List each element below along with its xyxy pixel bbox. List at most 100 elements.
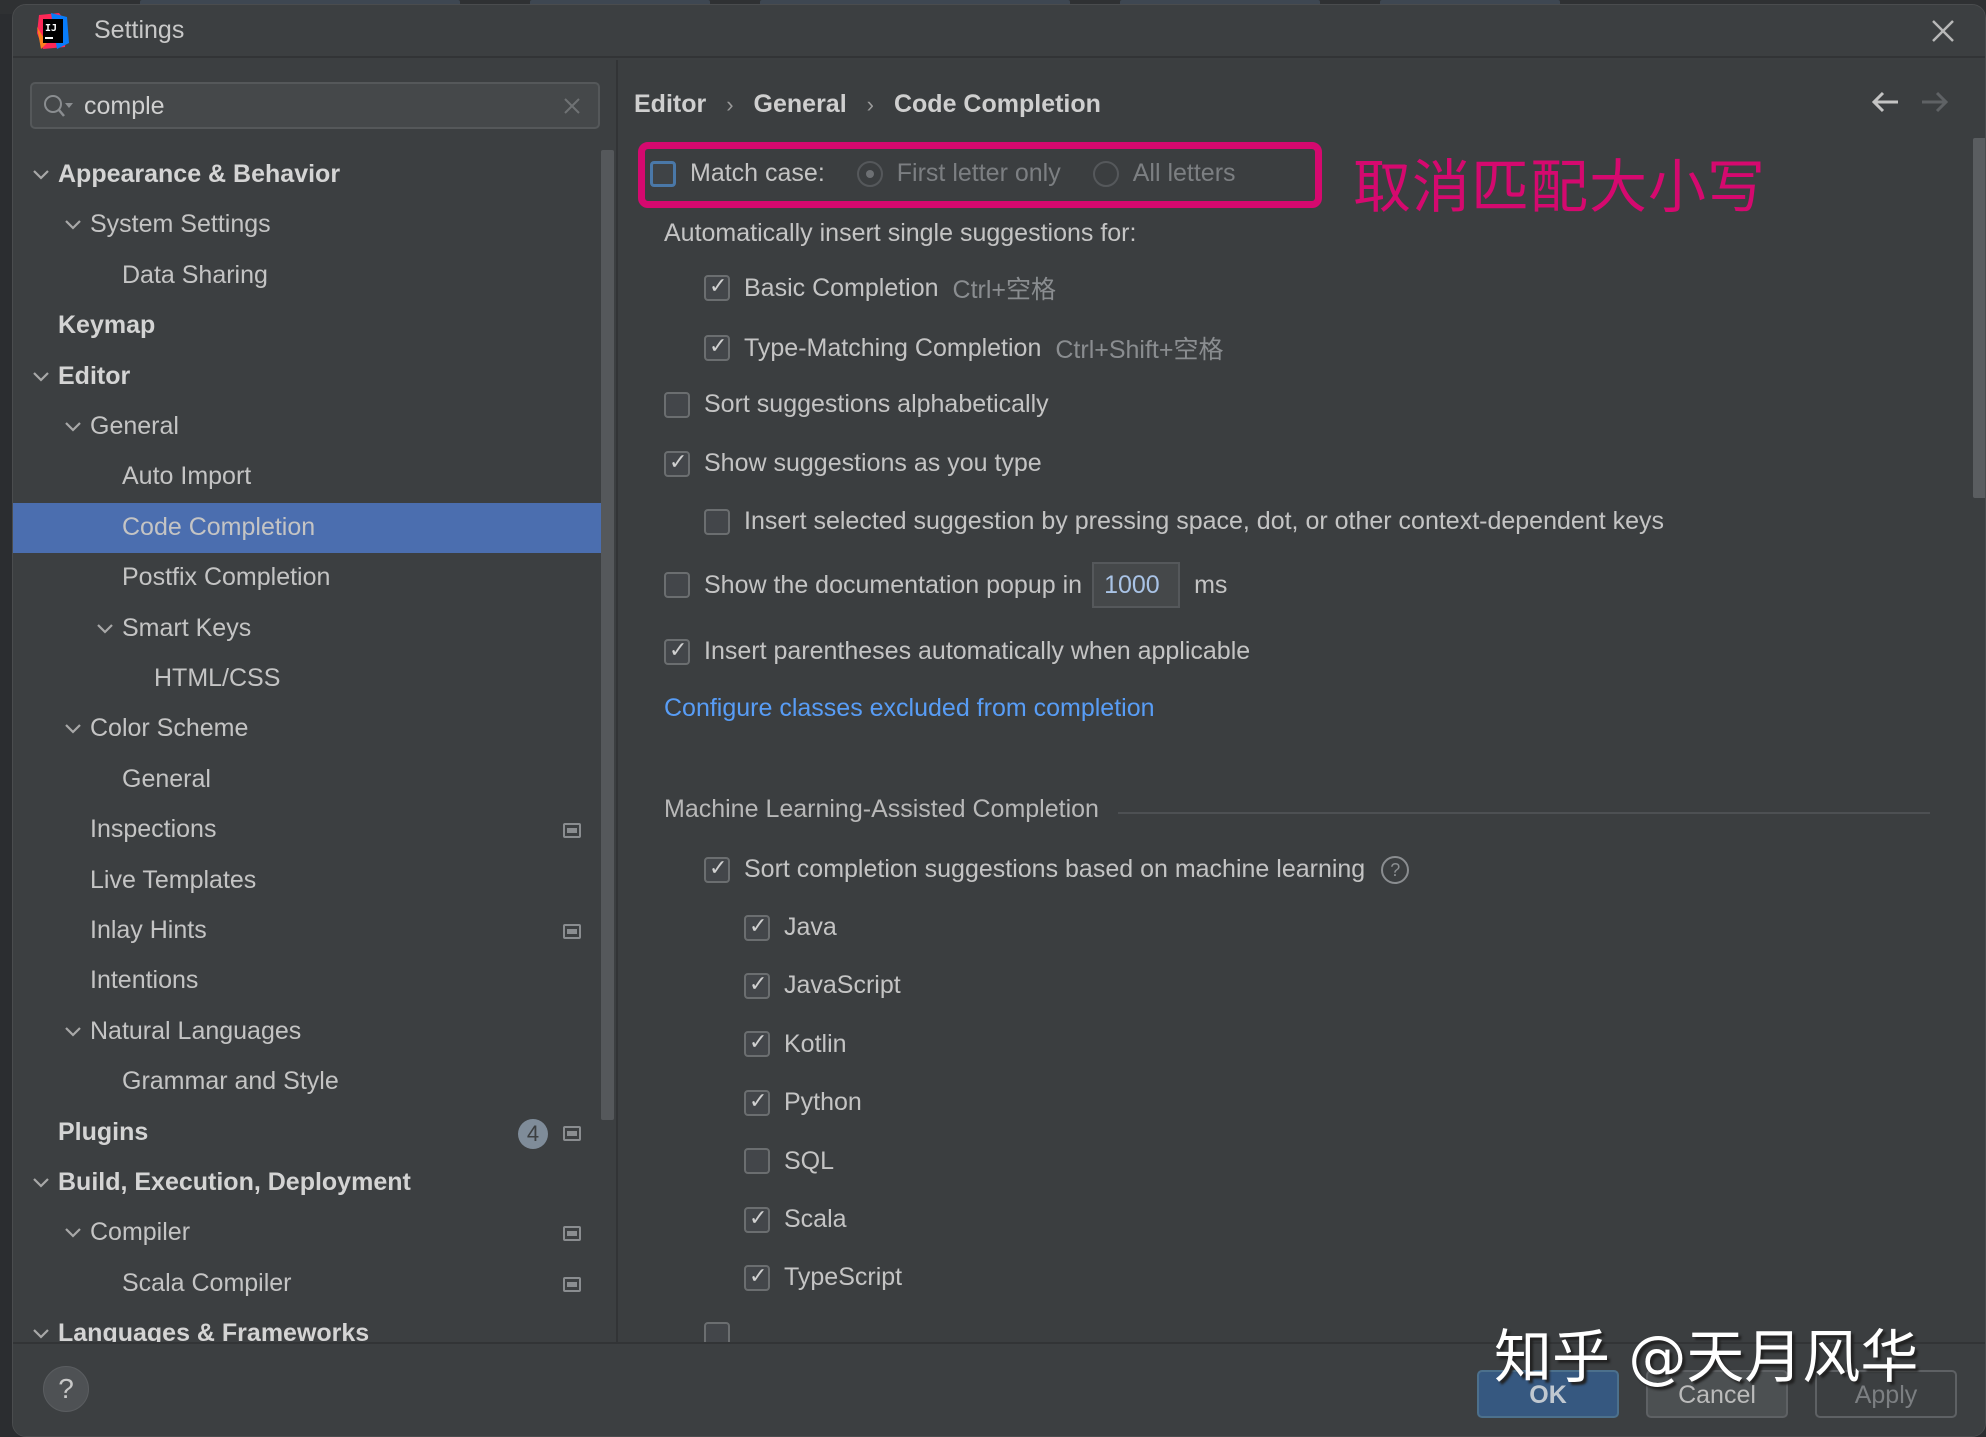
sidebar-item[interactable]: Color Scheme xyxy=(13,704,601,754)
sidebar-item[interactable]: Inlay Hints xyxy=(13,906,601,956)
sidebar-item[interactable]: Keymap xyxy=(13,301,601,351)
sidebar-item[interactable]: Scala Compiler xyxy=(13,1259,601,1309)
sidebar-item-label: General xyxy=(90,412,179,440)
sidebar-item[interactable]: General xyxy=(13,402,601,452)
sidebar-item[interactable]: Code Completion xyxy=(13,502,601,553)
partial-checkbox[interactable] xyxy=(704,1321,730,1342)
breadcrumb-code-completion: Code Completion xyxy=(893,90,1101,118)
basic-completion-shortcut: Ctrl+空格 xyxy=(952,276,1057,304)
sidebar-item[interactable]: System Settings xyxy=(13,200,601,250)
insert-parens-row: Insert parentheses automatically when ap… xyxy=(664,637,1250,666)
ml-language-label: Java xyxy=(784,913,837,941)
sidebar-item[interactable]: Build, Execution, Deployment xyxy=(13,1158,601,1208)
breadcrumb-editor: Editor xyxy=(634,90,707,118)
sidebar-item[interactable]: Live Templates xyxy=(13,856,601,906)
chevron-down-icon[interactable] xyxy=(63,1226,83,1240)
sort-alpha-checkbox[interactable] xyxy=(664,391,690,418)
sidebar-item-label: Intentions xyxy=(90,966,199,995)
back-arrow-icon[interactable] xyxy=(1870,90,1900,114)
ml-language-checkbox[interactable] xyxy=(744,1148,770,1175)
sidebar-item-label: Inlay Hints xyxy=(90,916,207,944)
ml-language-checkbox[interactable] xyxy=(744,1089,770,1116)
project-scope-icon xyxy=(563,1125,581,1141)
doc-popup-delay-input[interactable] xyxy=(1092,562,1181,608)
sidebar-item[interactable]: Smart Keys xyxy=(13,604,601,654)
sidebar-item-label: Appearance & Behavior xyxy=(58,160,341,188)
sidebar-item[interactable]: Appearance & Behavior xyxy=(13,150,601,200)
ml-language-label: JavaScript xyxy=(784,971,901,1000)
settings-dialog: IJ Settings Appearance & Behavior System … xyxy=(12,4,1986,1437)
basic-completion-checkbox[interactable] xyxy=(704,274,730,301)
chevron-down-icon[interactable] xyxy=(31,168,51,182)
clear-search-icon[interactable] xyxy=(560,94,584,118)
breadcrumb-separator: › xyxy=(866,91,874,117)
ml-language-checkbox[interactable] xyxy=(744,1030,770,1058)
ml-language-checkbox[interactable] xyxy=(744,1206,770,1233)
annotation-text: 取消匹配大小写 xyxy=(1353,153,1767,221)
chevron-down-icon[interactable] xyxy=(63,1025,83,1039)
show-as-type-checkbox[interactable] xyxy=(664,450,690,477)
sidebar-item[interactable]: Inspections xyxy=(13,805,601,855)
sidebar-item[interactable]: Auto Import xyxy=(13,452,601,502)
ml-sort-checkbox[interactable] xyxy=(704,856,730,883)
sidebar-item[interactable]: Compiler xyxy=(13,1208,601,1258)
sidebar-item[interactable]: Postfix Completion xyxy=(13,553,601,603)
basic-completion-label: Basic Completion xyxy=(744,273,939,302)
type-matching-label: Type-Matching Completion xyxy=(744,333,1042,362)
sidebar-item-label: Compiler xyxy=(90,1218,191,1247)
title-bar: IJ Settings xyxy=(13,5,1985,58)
ml-language-checkbox[interactable] xyxy=(744,1264,770,1291)
sidebar-item[interactable]: Editor xyxy=(13,352,601,402)
search-icon[interactable] xyxy=(42,93,74,119)
sidebar-item[interactable]: Languages & Frameworks xyxy=(13,1309,601,1342)
insert-selected-label: Insert selected suggestion by pressing s… xyxy=(744,507,1664,535)
sidebar-item[interactable]: HTML/CSS xyxy=(13,654,601,704)
chevron-down-icon[interactable] xyxy=(63,420,83,434)
sidebar-item[interactable]: Natural Languages xyxy=(13,1007,601,1057)
insert-selected-row: Insert selected suggestion by pressing s… xyxy=(704,507,1664,536)
sidebar-item[interactable]: General xyxy=(13,755,601,805)
ml-language-checkbox[interactable] xyxy=(744,914,770,941)
ml-language-row: JavaScript xyxy=(744,971,901,1000)
update-count-badge: 4 xyxy=(518,1118,548,1149)
sidebar-item-label: General xyxy=(122,764,211,793)
sidebar-scrollbar[interactable] xyxy=(601,150,614,1120)
sidebar-item[interactable]: Plugins 4 xyxy=(13,1108,601,1158)
search-input[interactable] xyxy=(84,88,544,124)
sidebar-item-label: Grammar and Style xyxy=(122,1067,339,1096)
annotation-highlight-box xyxy=(638,142,1322,208)
ml-language-checkbox[interactable] xyxy=(744,972,770,999)
chevron-down-icon[interactable] xyxy=(31,370,51,384)
ml-language-label: TypeScript xyxy=(784,1263,903,1292)
sidebar-item[interactable]: Intentions xyxy=(13,956,601,1006)
doc-popup-row: Show the documentation popup in ms xyxy=(664,562,1227,608)
doc-popup-checkbox[interactable] xyxy=(664,572,690,598)
show-as-type-label: Show suggestions as you type xyxy=(704,449,1042,477)
chevron-down-icon[interactable] xyxy=(31,1176,51,1190)
chevron-down-icon[interactable] xyxy=(95,622,115,636)
insert-selected-checkbox[interactable] xyxy=(704,508,730,535)
configure-excluded-classes-link[interactable]: Configure classes excluded from completi… xyxy=(664,694,1155,723)
content-scrollbar[interactable] xyxy=(1973,138,1985,498)
insert-parens-checkbox[interactable] xyxy=(664,638,690,665)
sidebar-item-label: Postfix Completion xyxy=(122,563,331,592)
settings-search[interactable] xyxy=(30,82,600,129)
sidebar-item[interactable]: Data Sharing xyxy=(13,251,601,301)
auto-insert-heading-text: Automatically insert single suggestions … xyxy=(664,219,1137,247)
type-matching-shortcut: Ctrl+Shift+空格 xyxy=(1055,336,1224,364)
forward-arrow-icon[interactable] xyxy=(1920,90,1950,114)
type-matching-checkbox[interactable] xyxy=(704,334,730,361)
close-icon[interactable] xyxy=(1927,15,1959,47)
settings-content: Editor › General › Code Completion Match… xyxy=(618,60,1985,1342)
project-scope-icon xyxy=(563,823,581,839)
chevron-down-icon[interactable] xyxy=(31,1327,51,1341)
ml-language-label: Python xyxy=(784,1088,862,1117)
project-scope-icon xyxy=(563,1276,581,1292)
sidebar-item-label: Data Sharing xyxy=(122,260,268,289)
ml-language-row: Scala xyxy=(744,1205,847,1234)
help-icon[interactable]: ? xyxy=(1381,855,1410,884)
sidebar-item[interactable]: Grammar and Style xyxy=(13,1057,601,1107)
chevron-down-icon[interactable] xyxy=(63,218,83,232)
chevron-down-icon[interactable] xyxy=(63,722,83,736)
help-button[interactable]: ? xyxy=(43,1366,89,1412)
